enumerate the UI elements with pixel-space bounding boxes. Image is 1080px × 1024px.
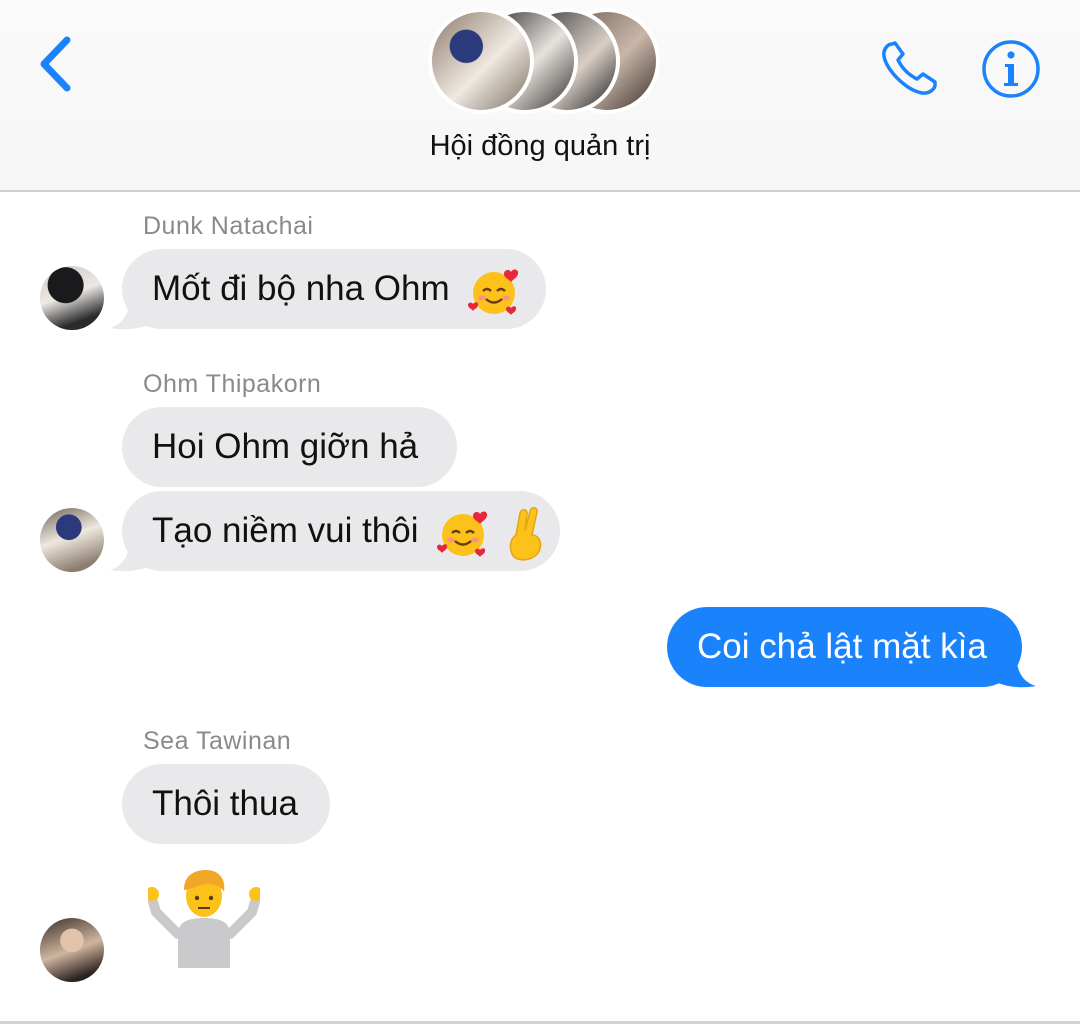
- crossed-fingers-icon: [509, 506, 542, 561]
- info-button[interactable]: [980, 38, 1042, 100]
- smiling-face-with-hearts-icon: [437, 511, 488, 557]
- phone-icon: [882, 41, 937, 95]
- message-text: Thôi thua: [152, 784, 298, 823]
- message-text: Coi chả lật mặt kìa: [697, 627, 987, 666]
- call-button[interactable]: [878, 38, 942, 98]
- back-button[interactable]: [34, 34, 78, 94]
- chevron-left-icon: [40, 36, 71, 92]
- group-member-avatar: [428, 8, 534, 114]
- message-bubble[interactable]: Tạo niềm vui thôi: [122, 491, 560, 571]
- sender-name: Dunk Natachai: [143, 212, 314, 240]
- sender-name: Ohm Thipakorn: [143, 370, 322, 398]
- conversation-title[interactable]: Hội đồng quản trị: [0, 130, 1080, 163]
- message-text: Tạo niềm vui thôi: [152, 511, 419, 550]
- sender-avatar[interactable]: [40, 918, 104, 982]
- message-bubble-outgoing[interactable]: Coi chả lật mặt kìa: [667, 607, 1022, 687]
- chat-header: Hội đồng quản trị: [0, 0, 1080, 192]
- message-text: Mốt đi bộ nha Ohm: [152, 269, 450, 308]
- sender-name: Sea Tawinan: [143, 727, 292, 755]
- sender-avatar[interactable]: [40, 508, 104, 572]
- smiling-face-with-hearts-icon: [468, 269, 519, 315]
- info-icon: [982, 40, 1040, 98]
- group-avatar-stack[interactable]: [428, 6, 660, 116]
- message-bubble[interactable]: Thôi thua: [122, 764, 330, 844]
- message-bubble[interactable]: Mốt đi bộ nha Ohm: [122, 249, 546, 329]
- message-bubble[interactable]: Hoi Ohm giỡn hả: [122, 407, 457, 487]
- person-shrugging-icon[interactable]: [148, 868, 260, 968]
- message-text: Hoi Ohm giỡn hả: [152, 427, 419, 466]
- sender-avatar[interactable]: [40, 266, 104, 330]
